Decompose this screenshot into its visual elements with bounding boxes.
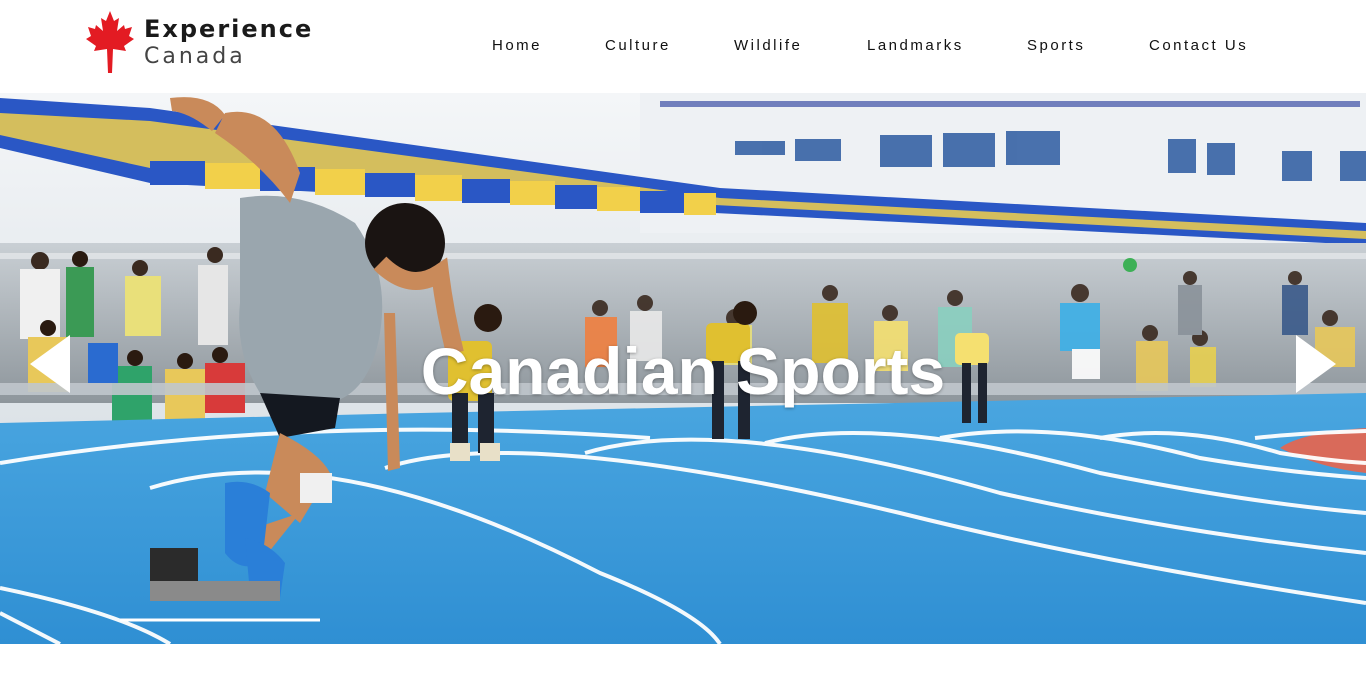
main-nav: Home Culture Wildlife Landmarks Sports C…: [0, 37, 1366, 57]
carousel-next-button[interactable]: [1294, 333, 1338, 397]
triangle-left-icon: [30, 335, 70, 393]
triangle-right-icon: [1296, 335, 1336, 393]
nav-culture[interactable]: Culture: [605, 37, 671, 54]
nav-sports[interactable]: Sports: [1027, 37, 1085, 54]
hero-carousel: Canadian Sports: [0, 93, 1366, 644]
nav-contact-us[interactable]: Contact Us: [1149, 37, 1248, 54]
site-header: Experience Canada Home Culture Wildlife …: [0, 0, 1366, 93]
hero-title: Canadian Sports: [420, 334, 946, 408]
nav-home[interactable]: Home: [492, 37, 542, 54]
nav-landmarks[interactable]: Landmarks: [867, 37, 964, 54]
nav-wildlife[interactable]: Wildlife: [734, 37, 802, 54]
content-area: [0, 644, 1366, 687]
carousel-prev-button[interactable]: [26, 333, 70, 397]
